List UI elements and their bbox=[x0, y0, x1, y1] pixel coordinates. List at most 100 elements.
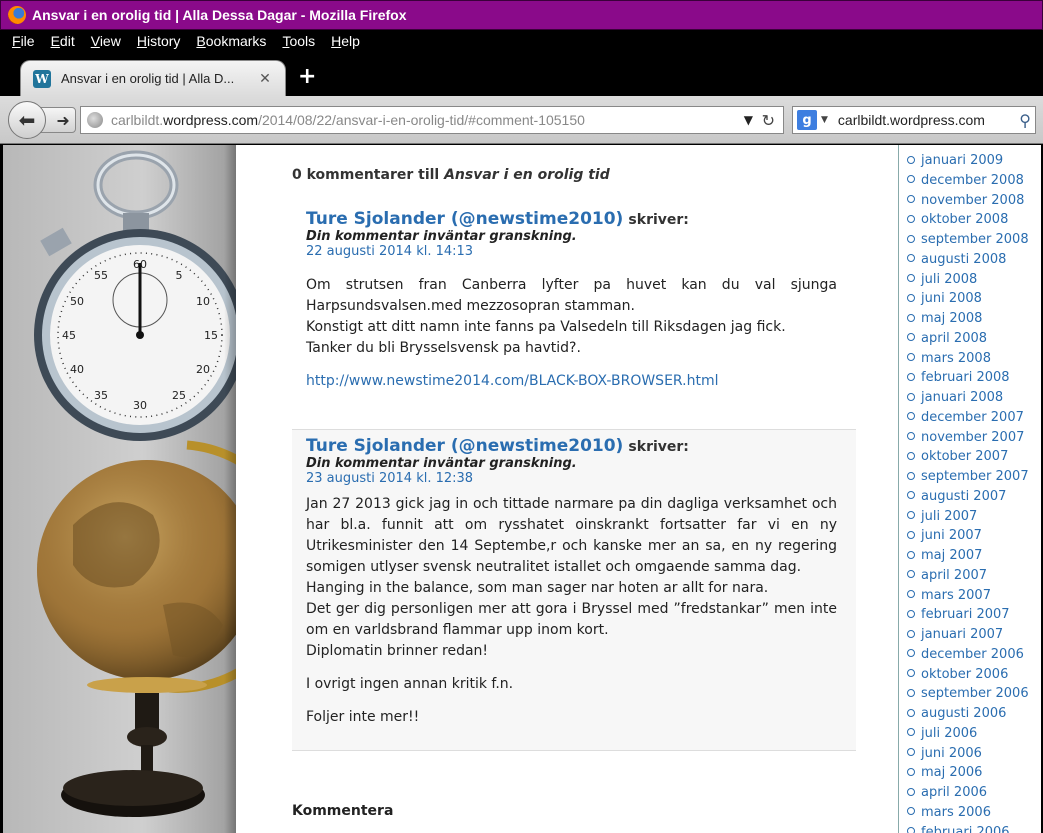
archive-item[interactable]: januari 2009 bbox=[899, 151, 1041, 171]
archive-item[interactable]: september 2007 bbox=[899, 467, 1041, 487]
archive-item[interactable]: juli 2007 bbox=[899, 507, 1041, 527]
back-button[interactable]: ⬅ bbox=[8, 101, 46, 139]
archive-item[interactable]: mars 2007 bbox=[899, 586, 1041, 606]
menu-tools[interactable]: Tools bbox=[282, 33, 315, 49]
svg-text:25: 25 bbox=[172, 389, 186, 402]
svg-text:50: 50 bbox=[70, 295, 84, 308]
archive-item[interactable]: oktober 2006 bbox=[899, 665, 1041, 685]
comment-paragraph: Om strutsen fran Canberra lyfter pa huve… bbox=[306, 277, 837, 314]
circle-bullet-icon bbox=[907, 688, 915, 697]
archive-item[interactable]: maj 2006 bbox=[899, 763, 1041, 783]
menu-file[interactable]: File bbox=[12, 33, 35, 49]
archive-item[interactable]: november 2008 bbox=[899, 191, 1041, 211]
menu-help[interactable]: Help bbox=[331, 33, 360, 49]
archive-list: januari 2009 december 2008 november 2008 ok… bbox=[899, 145, 1041, 833]
menu-bookmarks[interactable]: Bookmarks bbox=[196, 33, 266, 49]
archive-item-label: oktober 2006 bbox=[921, 666, 1009, 682]
firefox-logo-icon bbox=[8, 6, 26, 24]
archive-item-label: november 2008 bbox=[921, 192, 1025, 208]
archive-item[interactable]: februari 2006 bbox=[899, 823, 1041, 833]
svg-text:40: 40 bbox=[70, 363, 84, 376]
google-icon[interactable]: g bbox=[797, 110, 817, 130]
svg-text:20: 20 bbox=[196, 363, 210, 376]
circle-bullet-icon bbox=[907, 511, 915, 519]
archive-item[interactable]: februari 2008 bbox=[899, 368, 1041, 388]
circle-bullet-icon bbox=[907, 432, 915, 440]
archive-item[interactable]: september 2006 bbox=[899, 684, 1041, 704]
stopwatch-and-globe-image: 60 5 10 15 20 25 30 35 40 45 50 55 bbox=[34, 150, 305, 817]
circle-bullet-icon bbox=[907, 293, 915, 302]
archive-item[interactable]: juni 2008 bbox=[899, 289, 1041, 309]
search-bar[interactable]: g ▼ carlbildt.wordpress.com ⚲ bbox=[792, 106, 1036, 134]
archive-item[interactable]: januari 2007 bbox=[899, 625, 1041, 645]
archive-item[interactable]: september 2008 bbox=[899, 230, 1041, 250]
url-text[interactable]: carlbildt.wordpress.com/2014/08/22/ansva… bbox=[111, 112, 585, 128]
archive-item[interactable]: oktober 2008 bbox=[899, 210, 1041, 230]
tab-close-icon[interactable]: ✕ bbox=[257, 71, 273, 87]
archive-item[interactable]: augusti 2006 bbox=[899, 704, 1041, 724]
comment-external-link[interactable]: http://www.newstime2014.com/BLACK-BOX-BR… bbox=[306, 373, 718, 389]
search-engine-dropdown-icon[interactable]: ▼ bbox=[821, 115, 828, 125]
comment-date-link[interactable]: 23 augusti 2014 kl. 12:38 bbox=[306, 471, 856, 486]
archive-item-label: september 2007 bbox=[921, 469, 1029, 484]
archive-item[interactable]: april 2007 bbox=[899, 566, 1041, 586]
archive-item-label: juli 2008 bbox=[921, 271, 978, 287]
archive-item-label: november 2007 bbox=[921, 429, 1025, 445]
archive-item[interactable]: augusti 2008 bbox=[899, 250, 1041, 270]
comment-date-link[interactable]: 22 augusti 2014 kl. 14:13 bbox=[306, 244, 856, 259]
comment-author-link[interactable]: Ture Sjolander (@newstime2010) bbox=[306, 209, 623, 229]
menu-edit[interactable]: Edit bbox=[51, 33, 75, 49]
archive-item[interactable]: juli 2008 bbox=[899, 270, 1041, 290]
url-dropdown-icon[interactable]: ▼ bbox=[744, 113, 753, 127]
archive-item[interactable]: juli 2006 bbox=[899, 724, 1041, 744]
comment-says-label: skriver: bbox=[628, 439, 689, 455]
archive-item[interactable]: april 2008 bbox=[899, 329, 1041, 349]
archive-item-label: maj 2006 bbox=[921, 765, 983, 781]
search-input[interactable]: carlbildt.wordpress.com bbox=[838, 112, 985, 128]
url-bar[interactable]: carlbildt.wordpress.com/2014/08/22/ansva… bbox=[80, 106, 784, 134]
circle-bullet-icon bbox=[907, 570, 915, 579]
circle-bullet-icon bbox=[907, 234, 915, 243]
comment-body: Om strutsen fran Canberra lyfter pa huve… bbox=[306, 275, 837, 392]
circle-bullet-icon bbox=[907, 274, 915, 282]
menu-view[interactable]: View bbox=[91, 33, 121, 49]
circle-bullet-icon bbox=[907, 807, 915, 816]
archive-item[interactable]: maj 2008 bbox=[899, 309, 1041, 329]
archive-item[interactable]: januari 2008 bbox=[899, 388, 1041, 408]
archive-item[interactable]: november 2007 bbox=[899, 428, 1041, 448]
archive-item[interactable]: mars 2008 bbox=[899, 349, 1041, 369]
archive-item-label: maj 2008 bbox=[921, 311, 983, 326]
archive-item[interactable]: december 2007 bbox=[899, 408, 1041, 428]
circle-bullet-icon bbox=[907, 471, 915, 480]
circle-bullet-icon bbox=[907, 412, 915, 421]
archive-item[interactable]: augusti 2007 bbox=[899, 487, 1041, 507]
archive-item[interactable]: mars 2006 bbox=[899, 803, 1041, 823]
menu-history[interactable]: History bbox=[137, 33, 181, 49]
archive-item[interactable]: december 2008 bbox=[899, 171, 1041, 191]
new-tab-button[interactable]: + bbox=[298, 64, 316, 89]
archive-item-label: februari 2006 bbox=[921, 824, 1010, 833]
wordpress-favicon-icon: W bbox=[33, 69, 51, 88]
archive-item[interactable]: maj 2007 bbox=[899, 546, 1041, 566]
archive-item[interactable]: juni 2006 bbox=[899, 744, 1041, 764]
menu-bar: File Edit View History Bookmarks Tools H… bbox=[0, 30, 1043, 52]
archive-item[interactable]: april 2006 bbox=[899, 783, 1041, 803]
archive-item[interactable]: oktober 2007 bbox=[899, 447, 1041, 467]
archive-item-label: december 2008 bbox=[921, 172, 1024, 188]
comment-line: Diplomatin brinner redan! bbox=[306, 643, 489, 659]
search-icon[interactable]: ⚲ bbox=[1019, 111, 1031, 130]
page-viewport: 60 5 10 15 20 25 30 35 40 45 50 55 bbox=[3, 145, 1041, 833]
archive-item-label: december 2006 bbox=[921, 646, 1024, 662]
archive-item[interactable]: februari 2007 bbox=[899, 605, 1041, 625]
svg-text:55: 55 bbox=[94, 269, 108, 282]
archive-item[interactable]: december 2006 bbox=[899, 645, 1041, 665]
svg-text:30: 30 bbox=[133, 399, 147, 412]
archive-item-label: augusti 2008 bbox=[921, 251, 1007, 267]
reload-icon[interactable]: ↻ bbox=[762, 111, 775, 130]
circle-bullet-icon bbox=[907, 767, 915, 776]
comment-author-link[interactable]: Ture Sjolander (@newstime2010) bbox=[306, 436, 623, 456]
tab-active[interactable]: W Ansvar i en orolig tid | Alla D... ✕ bbox=[20, 60, 286, 96]
archive-item-label: april 2007 bbox=[921, 567, 988, 583]
comment-1: Ture Sjolander (@newstime2010) skriver: … bbox=[292, 209, 856, 392]
archive-item[interactable]: juni 2007 bbox=[899, 526, 1041, 546]
